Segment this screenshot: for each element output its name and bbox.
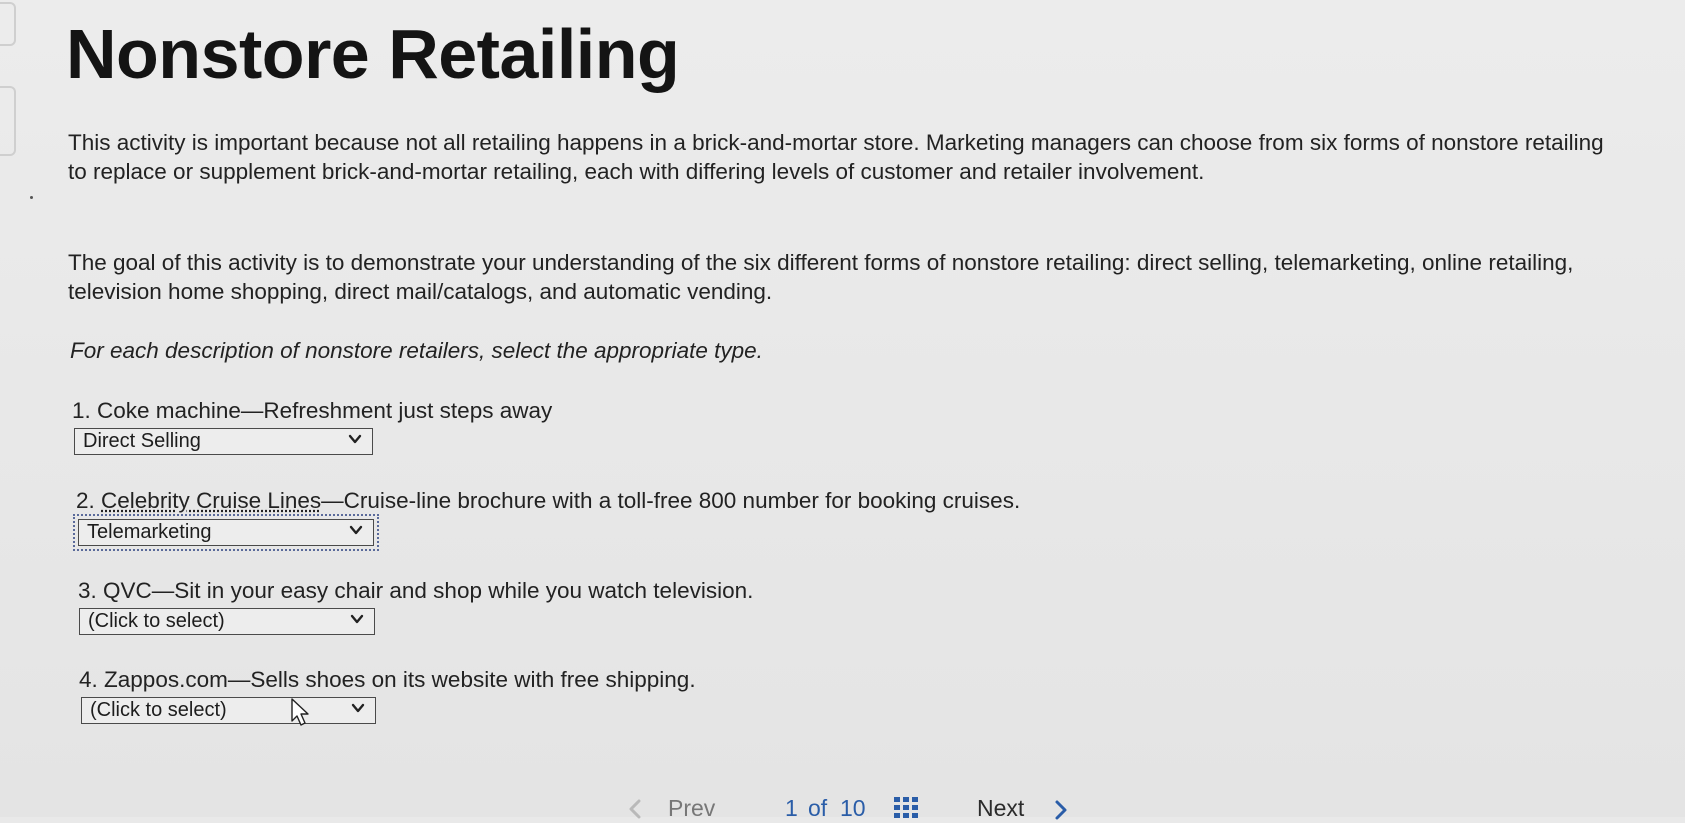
question-1-label: 1. Coke machine—Refreshment just steps a… [72, 398, 552, 424]
intro-paragraph-2: The goal of this activity is to demonstr… [68, 250, 1574, 304]
question-4-select[interactable]: (Click to select) [81, 697, 376, 724]
question-4-label: 4. Zappos.com—Sells shoes on its website… [79, 667, 696, 693]
left-edge-fragment [0, 86, 16, 156]
question-lead: Coke machine [97, 398, 241, 423]
question-number: 4. [79, 667, 98, 692]
question-2-label: 2. Celebrity Cruise Lines—Cruise-line br… [76, 488, 1020, 514]
intro-paragraph-1: This activity is important because not a… [68, 130, 1604, 184]
question-1-select[interactable]: Direct Selling [74, 428, 373, 455]
chevron-down-icon [350, 614, 364, 624]
page-number-current: 1 [785, 795, 798, 821]
question-text: —Cruise-line brochure with a toll-free 8… [321, 488, 1021, 513]
left-edge-dot [30, 196, 33, 199]
chevron-down-icon [351, 703, 365, 713]
left-edge-fragment [0, 2, 16, 46]
page-of-label: of [808, 795, 828, 821]
select-value: (Click to select) [90, 699, 227, 721]
question-number: 3. [78, 578, 97, 603]
pagination-bar: Prev 1 of 10 Next [0, 793, 1685, 823]
chevron-down-icon [348, 434, 362, 444]
instruction-text: For each description of nonstore retaile… [70, 338, 763, 363]
question-number: 1. [72, 398, 91, 423]
select-value: Direct Selling [83, 430, 201, 452]
question-number: 2. [76, 488, 95, 513]
question-3-label: 3. QVC—Sit in your easy chair and shop w… [78, 578, 753, 604]
question-text: —Sit in your easy chair and shop while y… [151, 578, 754, 603]
page-title: Nonstore Retailing [66, 15, 680, 93]
page-number-total: 10 [840, 795, 866, 821]
question-text: —Refreshment just steps away [240, 398, 553, 423]
question-3-select[interactable]: (Click to select) [79, 608, 375, 635]
select-value: Telemarketing [87, 521, 212, 543]
question-lead: Celebrity Cruise Lines [101, 488, 322, 513]
grid-icon[interactable] [893, 796, 919, 818]
chevron-right-icon[interactable] [1054, 799, 1068, 821]
prev-button[interactable]: Prev [668, 795, 715, 822]
select-value: (Click to select) [88, 610, 225, 632]
question-2-select[interactable]: Telemarketing [73, 514, 379, 551]
mouse-pointer-icon [291, 698, 309, 726]
activity-page: Nonstore Retailing This activity is impo… [0, 0, 1685, 821]
question-text: —Sells shoes on its website with free sh… [227, 667, 696, 692]
question-lead: Zappos.com [104, 667, 228, 692]
next-button[interactable]: Next [977, 795, 1024, 822]
chevron-down-icon [349, 525, 363, 535]
question-lead: QVC [103, 578, 152, 603]
